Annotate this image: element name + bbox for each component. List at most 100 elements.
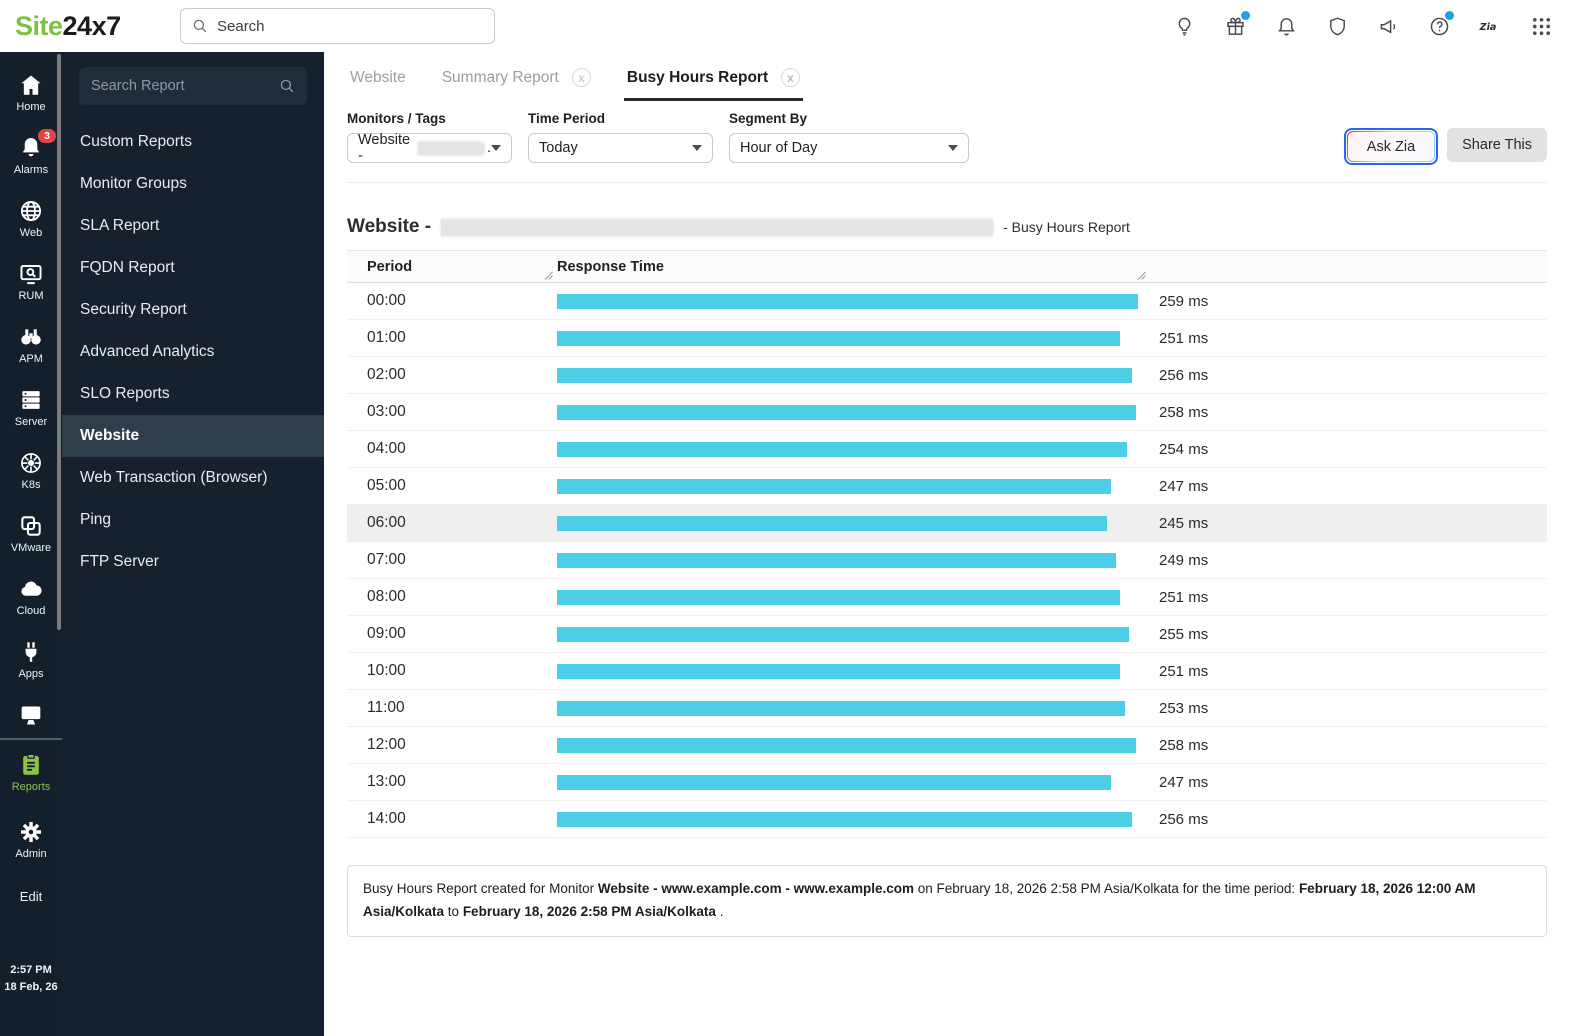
help-icon[interactable] [1427,11,1454,38]
tab-website[interactable]: Website [347,57,409,101]
gift-icon[interactable] [1223,11,1250,38]
column-resize-handle-icon[interactable] [543,270,554,281]
sidebar-item-apm[interactable]: APM [0,324,62,387]
report-nav-item-ping[interactable]: Ping [62,499,324,541]
report-nav-item-sla-report[interactable]: SLA Report [62,205,324,247]
sidebar-item-rum[interactable]: RUM [0,261,62,324]
footnote-bold-text: February 18, 2026 2:58 PM Asia/Kolkata [462,903,716,919]
table-row[interactable]: 08:00 251 ms [347,579,1547,616]
site24x7-logo[interactable]: Site24x7 [15,11,121,42]
close-icon[interactable]: x [781,68,801,87]
lightbulb-icon[interactable] [1172,14,1196,38]
share-this-button[interactable]: Share This [1447,128,1547,162]
table-row[interactable]: 00:00 259 ms [347,283,1547,320]
sidebar-item-apps[interactable]: Apps [0,639,62,702]
table-row[interactable]: 07:00 249 ms [347,542,1547,579]
table-row[interactable]: 02:00 256 ms [347,357,1547,394]
tab-busy-hours-report[interactable]: Busy Hours Report x [623,56,804,101]
apps-grid-icon[interactable] [1529,14,1553,38]
sidebar-item-label: RUM [18,290,44,302]
main-content: Website Summary Report x Busy Hours Repo… [324,52,1575,1036]
response-time-bar [557,441,1127,457]
report-nav-item-fqdn-report[interactable]: FQDN Report [62,247,324,289]
sidebar-item-label: VMware [10,542,52,554]
sidebar-item-edit[interactable]: Edit [0,886,62,926]
sidebar-item-server[interactable]: Server [0,387,62,450]
svg-text:Zia: Zia [1479,22,1496,33]
table-row[interactable]: 13:00 247 ms [347,764,1547,801]
footnote-text: to [444,903,463,919]
segment-by-select[interactable]: Hour of Day [729,133,969,163]
main-sidebar: Home 3 Alarms Web RUM APM Server K8s VMw… [0,52,62,1036]
sidebar-item-admin[interactable]: Admin [0,819,62,886]
table-row[interactable]: 04:00 254 ms [347,431,1547,468]
report-footnote: Busy Hours Report created for Monitor We… [347,865,1547,937]
report-nav-label: Ping [80,511,112,528]
value-cell: 249 ms [1159,551,1209,569]
report-nav-item-security-report[interactable]: Security Report [62,289,324,331]
table-row[interactable]: 01:00 251 ms [347,320,1547,357]
sidebar-item-reports[interactable]: Reports [0,752,62,819]
report-nav-item-slo-reports[interactable]: SLO Reports [62,373,324,415]
bell-icon[interactable] [1274,14,1298,38]
report-nav-label: Custom Reports [80,133,192,150]
report-nav-item-ftp-server[interactable]: FTP Server [62,541,324,583]
filter-monitors-tags: Monitors / Tags Website - . [347,111,512,165]
report-search-input[interactable] [91,78,278,94]
time-period-select[interactable]: Today [528,133,713,163]
period-cell: 05:00 [367,477,406,494]
report-nav-item-website[interactable]: Website [62,415,324,457]
table-header: Period Response Time [347,250,1547,283]
ask-zia-button[interactable]: Ask Zia [1347,131,1435,162]
bar-cell [557,626,1150,642]
close-icon[interactable]: x [571,68,591,87]
sidebar-item-desktop[interactable] [0,702,62,736]
action-buttons: Ask Zia Share This [1343,128,1547,165]
sidebar-item-home[interactable]: Home [0,72,62,135]
table-row[interactable]: 05:00 247 ms [347,468,1547,505]
tab-summary-report[interactable]: Summary Report x [439,56,594,101]
table-row[interactable]: 10:00 251 ms [347,653,1547,690]
response-time-bar [557,774,1112,790]
logo-site: Site [15,10,63,41]
global-search-input[interactable] [217,17,484,35]
table-row[interactable]: 14:00 256 ms [347,801,1547,838]
sidebar-item-k8s[interactable]: K8s [0,450,62,513]
sidebar-item-label: Edit [19,889,43,904]
response-time-bar [557,552,1116,568]
table-row[interactable]: 06:00 245 ms [347,505,1547,542]
bar-cell [557,441,1150,457]
megaphone-icon[interactable] [1376,14,1400,38]
report-nav-item-web-transaction-browser[interactable]: Web Transaction (Browser) [62,457,324,499]
shield-icon[interactable] [1325,14,1349,38]
column-resize-handle-icon[interactable] [1136,270,1147,281]
sidebar-item-cloud[interactable]: Cloud [0,576,62,639]
table-body: 00:00 259 ms 01:00 251 ms 02:00 256 ms 0… [347,283,1547,838]
alarm-count-badge: 3 [38,129,56,143]
report-nav-item-monitor-groups[interactable]: Monitor Groups [62,163,324,205]
response-time-bar [557,404,1136,420]
logo-24x7: 24x7 [62,10,122,41]
table-row[interactable]: 12:00 258 ms [347,727,1547,764]
sidebar-item-vmware[interactable]: VMware [0,513,62,576]
sidebar-item-alarms[interactable]: 3 Alarms [0,129,62,198]
table-row[interactable]: 11:00 253 ms [347,690,1547,727]
report-nav-label: FTP Server [80,553,159,570]
sidebar-item-web[interactable]: Web [0,198,62,261]
zia-icon[interactable]: Zia [1478,14,1502,38]
footnote-bold-text: Website - www.example.com - www.example.… [597,881,914,896]
report-nav-item-custom-reports[interactable]: Custom Reports [62,121,324,163]
footnote-text: Busy Hours Report created for Monitor [363,881,598,896]
sidebar-scrollbar[interactable] [57,54,61,630]
bar-cell [557,663,1150,679]
value-cell: 258 ms [1159,736,1209,754]
table-row[interactable]: 09:00 255 ms [347,616,1547,653]
top-header: Site24x7 Zia [0,0,1575,52]
monitors-tags-select[interactable]: Website - . [347,132,512,164]
k8s-icon [18,450,44,476]
period-cell: 01:00 [367,329,406,346]
period-cell: 02:00 [367,366,406,383]
sidebar-item-label: K8s [21,479,41,491]
table-row[interactable]: 03:00 258 ms [347,394,1547,431]
report-nav-item-advanced-analytics[interactable]: Advanced Analytics [62,331,324,373]
